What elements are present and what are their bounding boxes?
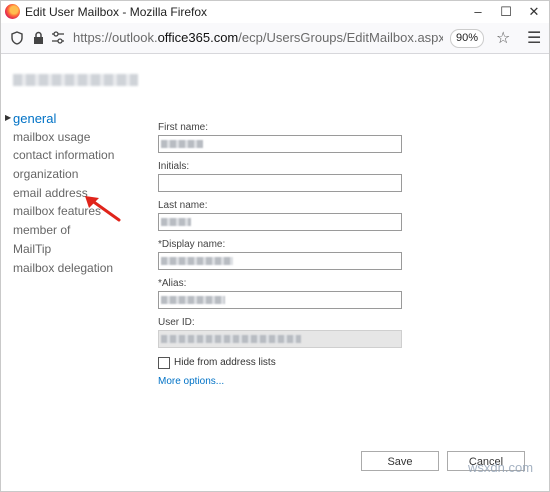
url-domain: office365.com xyxy=(157,30,239,45)
redacted-value xyxy=(161,140,203,148)
hamburger-menu-icon[interactable]: ☰ xyxy=(527,28,541,48)
red-arrow-annotation xyxy=(85,196,121,222)
minimize-button[interactable]: – xyxy=(465,2,491,22)
first-name-label: First name: xyxy=(158,122,209,133)
zoom-indicator[interactable]: 90% xyxy=(450,29,484,48)
display-name-label: *Display name: xyxy=(158,239,226,250)
url-path: /ecp/UsersGroups/EditMailbox.aspx?Activ xyxy=(238,30,443,45)
browser-window: Edit User Mailbox - Mozilla Firefox – ☐ … xyxy=(0,0,550,492)
save-button[interactable]: Save xyxy=(361,451,439,471)
nav-label: general xyxy=(13,111,57,126)
hide-from-address-lists-row: Hide from address lists xyxy=(158,356,402,372)
user-name-heading xyxy=(13,74,138,86)
user-id-input[interactable] xyxy=(158,330,402,348)
redacted-value xyxy=(161,218,191,226)
close-button[interactable]: ✕ xyxy=(521,2,547,22)
user-id-label: User ID: xyxy=(158,317,195,328)
nav-item-general[interactable]: ▶ general xyxy=(5,111,114,130)
general-form: First name: Initials: Last name: *Displa… xyxy=(158,122,402,387)
title-bar: Edit User Mailbox - Mozilla Firefox – ☐ … xyxy=(1,1,549,23)
last-name-label: Last name: xyxy=(158,200,208,211)
redacted-value xyxy=(161,335,301,343)
url-prefix: https://outlook. xyxy=(73,30,158,45)
hide-from-address-lists-checkbox[interactable] xyxy=(158,357,170,369)
dialog-content: ▶ general mailbox usage contact informat… xyxy=(1,54,549,491)
initials-input[interactable] xyxy=(158,174,402,192)
display-name-input[interactable] xyxy=(158,252,402,270)
nav-item-mailbox-usage[interactable]: mailbox usage xyxy=(5,130,114,149)
nav-item-mailtip[interactable]: MailTip xyxy=(5,242,114,261)
maximize-button[interactable]: ☐ xyxy=(493,2,519,22)
lock-icon[interactable] xyxy=(33,31,44,47)
nav-item-organization[interactable]: organization xyxy=(5,167,114,186)
redacted-value xyxy=(161,257,233,265)
watermark: wsxdn.com xyxy=(468,460,534,475)
nav-item-contact-information[interactable]: contact information xyxy=(5,148,114,167)
last-name-input[interactable] xyxy=(158,213,402,231)
redacted-value xyxy=(161,296,225,304)
permissions-icon[interactable] xyxy=(51,31,65,47)
alias-input[interactable] xyxy=(158,291,402,309)
shield-icon[interactable] xyxy=(11,31,23,48)
address-bar: https://outlook.office365.com/ecp/UsersG… xyxy=(1,23,549,54)
bookmark-star-icon[interactable]: ☆ xyxy=(496,28,510,48)
window-title: Edit User Mailbox - Mozilla Firefox xyxy=(25,5,208,19)
more-options-link[interactable]: More options... xyxy=(158,376,402,387)
caret-right-icon: ▶ xyxy=(5,113,12,122)
url-field[interactable]: https://outlook.office365.com/ecp/UsersG… xyxy=(73,30,443,45)
nav-item-member-of[interactable]: member of xyxy=(5,223,114,242)
initials-label: Initials: xyxy=(158,161,190,172)
hide-from-address-lists-label: Hide from address lists xyxy=(174,357,276,368)
alias-label: *Alias: xyxy=(158,278,187,289)
first-name-input[interactable] xyxy=(158,135,402,153)
nav-item-mailbox-delegation[interactable]: mailbox delegation xyxy=(5,261,114,280)
firefox-icon xyxy=(5,4,20,19)
